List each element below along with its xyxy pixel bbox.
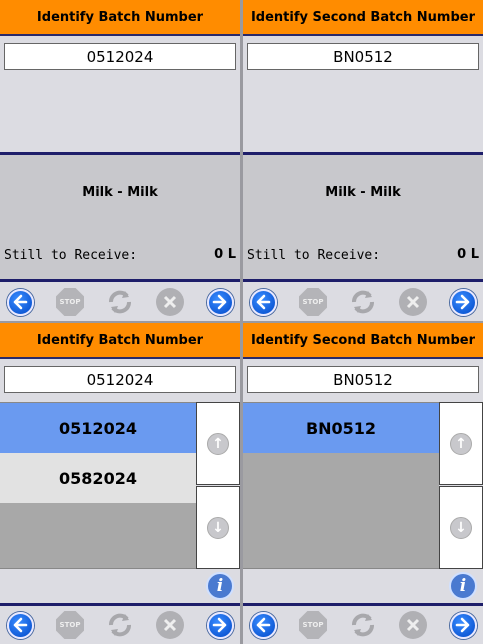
refresh-icon [352, 290, 374, 314]
down-arrow-icon: ↓ [207, 516, 229, 539]
batch-list-panel-right: Identify Second Batch Number BN0512 BN05… [243, 323, 483, 644]
product-name: Milk - Milk [82, 185, 158, 200]
refresh-button[interactable] [348, 610, 378, 640]
batch-number-input[interactable]: 0512024 [4, 43, 236, 70]
next-button[interactable] [205, 287, 235, 317]
receive-info: Milk - Milk Still to Receive: 0 L [0, 152, 240, 282]
next-button[interactable] [448, 610, 478, 640]
refresh-button[interactable] [348, 287, 378, 317]
refresh-button[interactable] [105, 610, 135, 640]
still-to-receive-label: Still to Receive: [247, 248, 381, 263]
toolbar: STOP [243, 606, 483, 644]
panel-title: Identify Batch Number [0, 0, 240, 36]
cancel-icon [163, 618, 177, 632]
panel-title: Identify Second Batch Number [243, 323, 483, 359]
scroll-down-button[interactable]: ↓ [439, 486, 483, 569]
back-arrow-icon [256, 617, 271, 633]
cancel-icon [406, 618, 420, 632]
back-button[interactable] [248, 610, 278, 640]
batch-list: 0512024 0582024 [0, 402, 196, 569]
cancel-button[interactable] [155, 287, 185, 317]
info-row: i [0, 569, 240, 606]
second-batch-number-input[interactable]: BN0512 [247, 43, 479, 70]
cancel-icon [163, 295, 177, 309]
next-arrow-icon [212, 617, 227, 633]
panel-title: Identify Batch Number [0, 323, 240, 359]
screen-grid: Identify Batch Number 0512024 Milk - Mil… [0, 0, 483, 644]
back-button[interactable] [5, 287, 35, 317]
stop-button[interactable]: STOP [298, 287, 328, 317]
next-button[interactable] [448, 287, 478, 317]
refresh-icon [109, 613, 131, 637]
refresh-icon [352, 613, 374, 637]
still-to-receive-value: 0 L [214, 247, 236, 262]
back-arrow-icon [13, 617, 28, 633]
down-arrow-icon: ↓ [450, 516, 472, 539]
scroll-down-button[interactable]: ↓ [196, 486, 240, 569]
next-arrow-icon [455, 617, 470, 633]
panel-title: Identify Second Batch Number [243, 0, 483, 36]
up-arrow-icon: ↑ [450, 432, 472, 455]
cancel-button[interactable] [398, 610, 428, 640]
info-icon[interactable]: i [449, 572, 477, 600]
list-item[interactable]: 0582024 [0, 453, 196, 503]
cancel-button[interactable] [398, 287, 428, 317]
product-name: Milk - Milk [325, 185, 401, 200]
scroll-controls: ↑ ↓ [196, 402, 240, 569]
stop-button[interactable]: STOP [55, 610, 85, 640]
list-item[interactable]: BN0512 [243, 403, 439, 453]
back-arrow-icon [256, 294, 271, 310]
next-arrow-icon [212, 294, 227, 310]
scroll-controls: ↑ ↓ [439, 402, 483, 569]
stop-button[interactable]: STOP [298, 610, 328, 640]
back-button[interactable] [5, 610, 35, 640]
toolbar: STOP [0, 606, 240, 644]
info-row: i [243, 569, 483, 606]
next-arrow-icon [455, 294, 470, 310]
up-arrow-icon: ↑ [207, 432, 229, 455]
toolbar: STOP [243, 283, 483, 321]
batch-panel-top-right: Identify Second Batch Number BN0512 Milk… [243, 0, 483, 321]
batch-panel-top-left: Identify Batch Number 0512024 Milk - Mil… [0, 0, 240, 321]
stop-icon: STOP [299, 288, 327, 316]
stop-button[interactable]: STOP [55, 287, 85, 317]
batch-list: BN0512 [243, 402, 439, 569]
toolbar: STOP [0, 283, 240, 321]
next-button[interactable] [205, 610, 235, 640]
info-icon[interactable]: i [206, 572, 234, 600]
refresh-icon [109, 290, 131, 314]
receive-info: Milk - Milk Still to Receive: 0 L [243, 152, 483, 282]
back-button[interactable] [248, 287, 278, 317]
scroll-up-button[interactable]: ↑ [439, 402, 483, 485]
batch-number-input[interactable]: 0512024 [4, 366, 236, 393]
second-batch-number-input[interactable]: BN0512 [247, 366, 479, 393]
stop-icon: STOP [56, 288, 84, 316]
list-item[interactable]: 0512024 [0, 403, 196, 453]
still-to-receive-label: Still to Receive: [4, 248, 138, 263]
cancel-icon [406, 295, 420, 309]
still-to-receive-value: 0 L [457, 247, 479, 262]
batch-list-panel-left: Identify Batch Number 0512024 0512024 05… [0, 323, 240, 644]
cancel-button[interactable] [155, 610, 185, 640]
stop-icon: STOP [299, 611, 327, 639]
stop-icon: STOP [56, 611, 84, 639]
refresh-button[interactable] [105, 287, 135, 317]
back-arrow-icon [13, 294, 28, 310]
scroll-up-button[interactable]: ↑ [196, 402, 240, 485]
